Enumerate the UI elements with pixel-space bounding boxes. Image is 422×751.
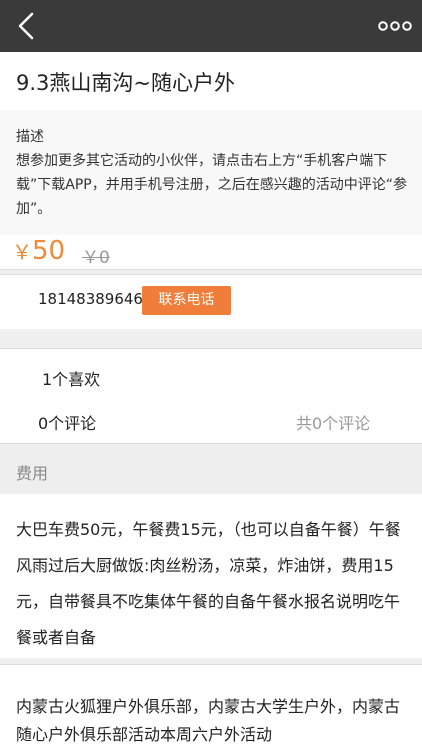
comments-row[interactable]: 0个评论 共0个评论 bbox=[0, 399, 422, 444]
organizer-section: 内蒙古火狐狸户外俱乐部，内蒙古大学生户外，内蒙古随心户外俱乐部活动本周六户外活动 bbox=[0, 664, 422, 751]
description-label: 描述 bbox=[16, 129, 44, 145]
nav-bar bbox=[0, 0, 422, 52]
fee-section: 大巴车费50元，午餐费15元，（也可以自备午餐）午餐风雨过后大厨做饭:肉丝粉汤，… bbox=[0, 494, 422, 658]
more-button[interactable] bbox=[378, 14, 412, 38]
description-section: 描述 想参加更多其它活动的小伙伴，请点击右上方“手机客户端下载”下载APP，并用… bbox=[0, 110, 422, 236]
contact-section: 18148389646 联系电话 bbox=[0, 274, 422, 330]
chevron-left-icon bbox=[18, 12, 34, 40]
page-title: 9.3燕山南沟~随心户外 bbox=[16, 71, 235, 95]
phone-number: 18148389646 bbox=[38, 290, 143, 308]
comments-total: 共0个评论 bbox=[296, 414, 371, 433]
price-section: ￥50 ￥0 bbox=[0, 235, 422, 270]
current-price: ￥50 bbox=[12, 236, 65, 266]
price-symbol: ￥ bbox=[12, 240, 32, 264]
back-button[interactable] bbox=[12, 10, 42, 42]
organizer-text: 内蒙古火狐狸户外俱乐部，内蒙古大学生户外，内蒙古随心户外俱乐部活动本周六户外活动 bbox=[16, 697, 401, 744]
fee-label: 费用 bbox=[16, 464, 49, 483]
fee-header: 费用 bbox=[0, 444, 422, 494]
description-text: 想参加更多其它活动的小伙伴，请点击右上方“手机客户端下载”下载APP，并用手机号… bbox=[16, 153, 407, 217]
title-section: 9.3燕山南沟~随心户外 bbox=[0, 52, 422, 111]
call-button[interactable]: 联系电话 bbox=[142, 286, 231, 315]
likes-count: 1个喜欢 bbox=[42, 370, 101, 389]
comments-count: 0个评论 bbox=[38, 414, 97, 433]
price-value: 50 bbox=[32, 236, 66, 266]
more-dots-icon bbox=[378, 21, 412, 31]
original-price: ￥0 bbox=[82, 248, 110, 268]
fee-text: 大巴车费50元，午餐费15元，（也可以自备午餐）午餐风雨过后大厨做饭:肉丝粉汤，… bbox=[16, 520, 401, 647]
section-gap bbox=[0, 329, 422, 348]
likes-row[interactable]: 1个喜欢 bbox=[0, 348, 422, 400]
